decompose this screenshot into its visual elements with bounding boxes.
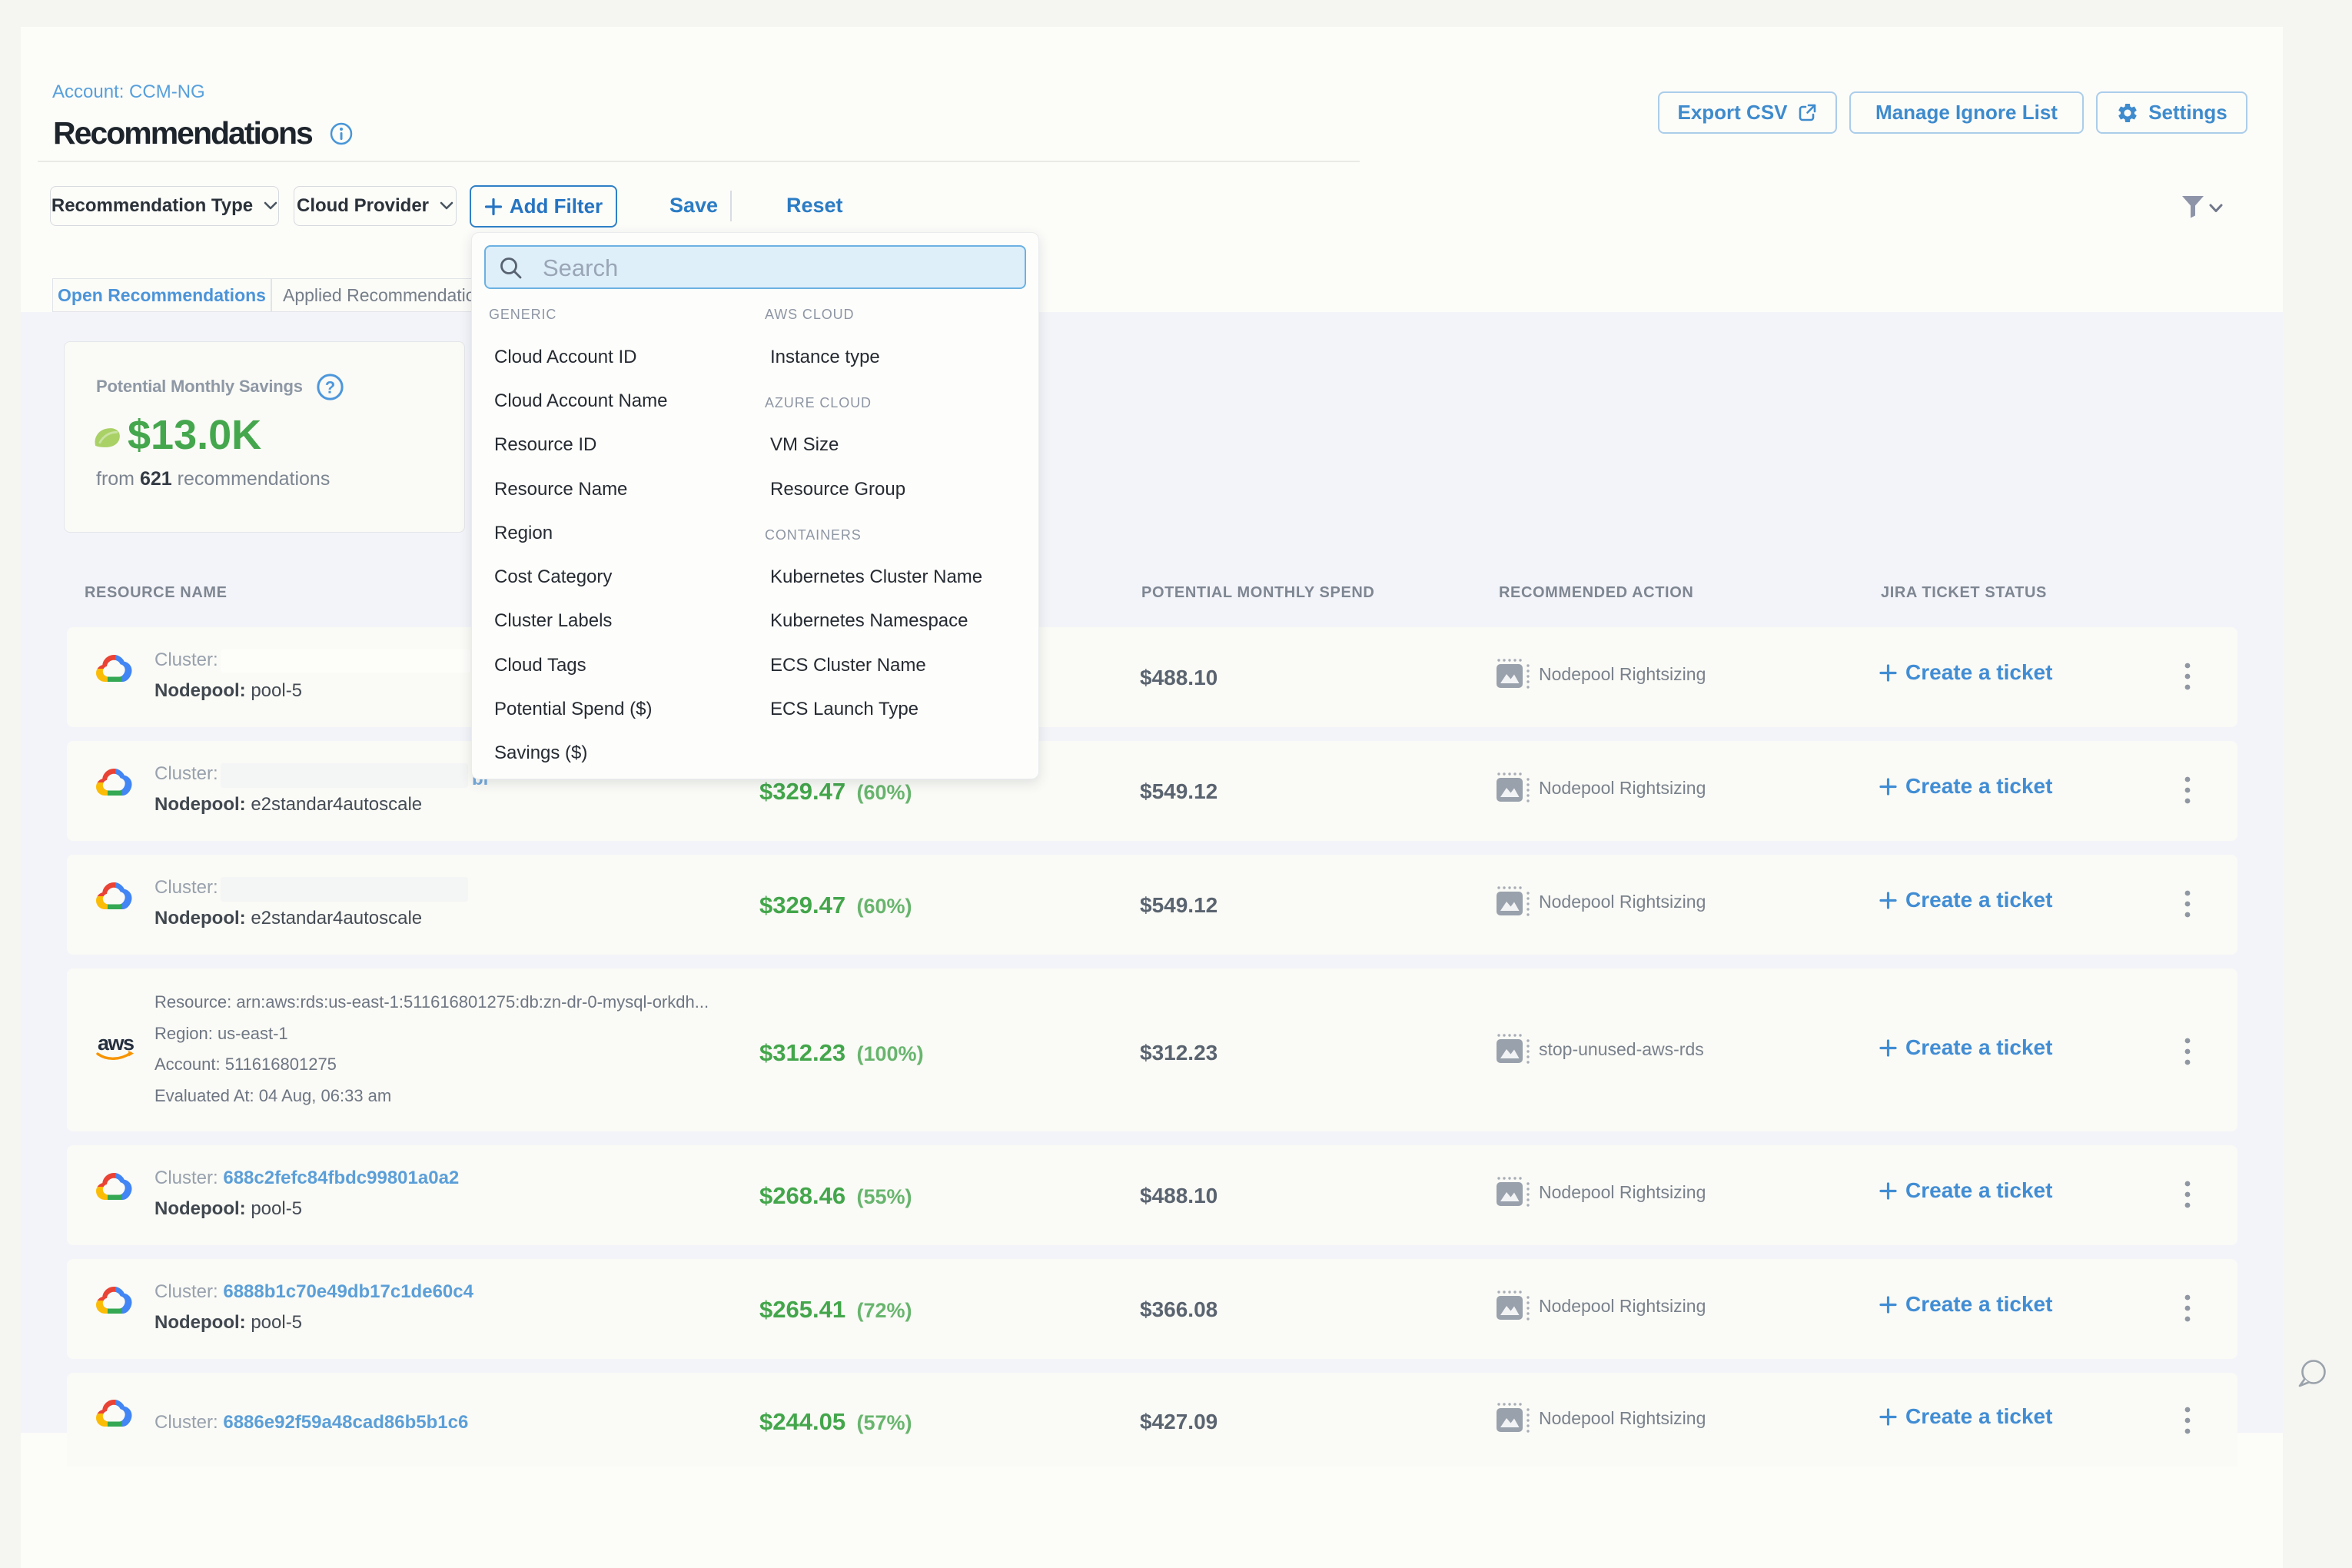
svg-text:aws: aws bbox=[98, 1031, 134, 1055]
svg-text:?: ? bbox=[325, 378, 335, 397]
